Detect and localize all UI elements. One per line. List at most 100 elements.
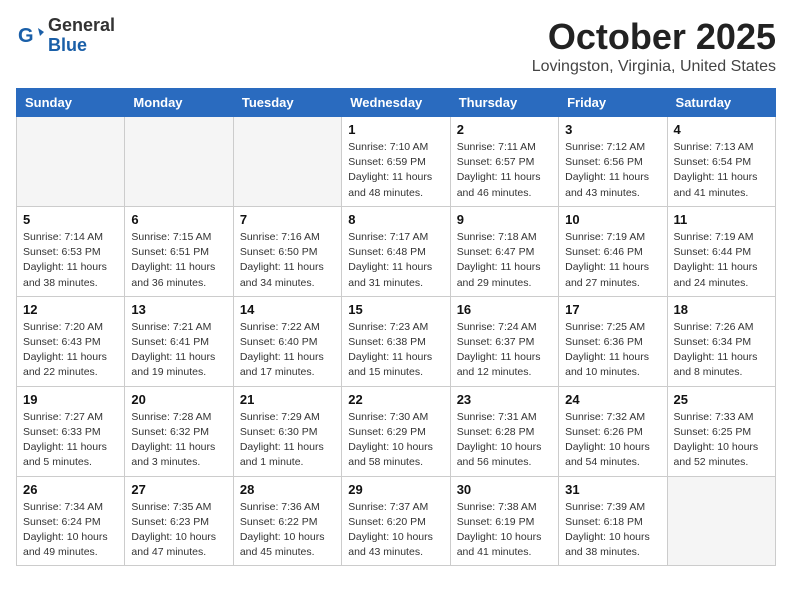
- day-info: Sunrise: 7:23 AM Sunset: 6:38 PM Dayligh…: [348, 320, 443, 381]
- day-info: Sunrise: 7:13 AM Sunset: 6:54 PM Dayligh…: [674, 140, 769, 201]
- day-number: 19: [23, 392, 118, 407]
- calendar-cell: [17, 117, 125, 207]
- day-number: 14: [240, 302, 335, 317]
- calendar-cell: 26Sunrise: 7:34 AM Sunset: 6:24 PM Dayli…: [17, 476, 125, 566]
- day-info: Sunrise: 7:32 AM Sunset: 6:26 PM Dayligh…: [565, 410, 660, 471]
- svg-text:G: G: [18, 25, 34, 47]
- calendar-cell: 5Sunrise: 7:14 AM Sunset: 6:53 PM Daylig…: [17, 206, 125, 296]
- calendar-cell: 19 Sunrise: 7:27 AM Sunset: 6:33 PM Dayli…: [17, 386, 125, 476]
- day-number: 10: [565, 212, 660, 227]
- day-number: 4: [674, 122, 769, 137]
- day-info: Sunrise: 7:39 AM Sunset: 6:18 PM Dayligh…: [565, 500, 660, 561]
- day-number: 16: [457, 302, 552, 317]
- weekday-header-thursday: Thursday: [450, 89, 558, 117]
- day-number: 18: [674, 302, 769, 317]
- month-title: October 2025: [532, 16, 776, 58]
- calendar-cell: 28 Sunrise: 7:36 AM Sunset: 6:22 PM Dayli…: [233, 476, 341, 566]
- day-number: 26: [23, 482, 118, 497]
- day-info: Sunrise: 7:17 AM Sunset: 6:48 PM Dayligh…: [348, 230, 443, 291]
- day-info: Sunrise: 7:19 AM Sunset: 6:44 PM Dayligh…: [674, 230, 769, 291]
- calendar-cell: 2Sunrise: 7:11 AM Sunset: 6:57 PM Daylig…: [450, 117, 558, 207]
- day-info: Sunrise: 7:27 AM Sunset: 6:33 PM Dayligh…: [23, 410, 118, 471]
- calendar-cell: 27 Sunrise: 7:35 AM Sunset: 6:23 PM Dayli…: [125, 476, 233, 566]
- day-number: 11: [674, 212, 769, 227]
- day-info: Sunrise: 7:18 AM Sunset: 6:47 PM Dayligh…: [457, 230, 552, 291]
- day-number: 27: [131, 482, 226, 497]
- logo-blue: Blue: [48, 36, 115, 56]
- week-row-2: 5Sunrise: 7:14 AM Sunset: 6:53 PM Daylig…: [17, 206, 776, 296]
- day-info: Sunrise: 7:38 AM Sunset: 6:19 PM Dayligh…: [457, 500, 552, 561]
- calendar-cell: 8 Sunrise: 7:17 AM Sunset: 6:48 PM Daylig…: [342, 206, 450, 296]
- day-number: 31: [565, 482, 660, 497]
- calendar-cell: 7 Sunrise: 7:16 AM Sunset: 6:50 PM Daylig…: [233, 206, 341, 296]
- calendar-cell: 29 Sunrise: 7:37 AM Sunset: 6:20 PM Dayli…: [342, 476, 450, 566]
- day-info: Sunrise: 7:20 AM Sunset: 6:43 PM Dayligh…: [23, 320, 118, 381]
- weekday-header-row: SundayMondayTuesdayWednesdayThursdayFrid…: [17, 89, 776, 117]
- logo: G General Blue: [16, 16, 115, 56]
- calendar-cell: 14 Sunrise: 7:22 AM Sunset: 6:40 PM Dayli…: [233, 296, 341, 386]
- calendar-cell: 23 Sunrise: 7:31 AM Sunset: 6:28 PM Dayli…: [450, 386, 558, 476]
- day-number: 12: [23, 302, 118, 317]
- day-info: Sunrise: 7:15 AM Sunset: 6:51 PM Dayligh…: [131, 230, 226, 291]
- day-info: Sunrise: 7:10 AM Sunset: 6:59 PM Dayligh…: [348, 140, 443, 201]
- day-number: 15: [348, 302, 443, 317]
- weekday-header-tuesday: Tuesday: [233, 89, 341, 117]
- day-number: 9: [457, 212, 552, 227]
- day-info: Sunrise: 7:33 AM Sunset: 6:25 PM Dayligh…: [674, 410, 769, 471]
- day-number: 1: [348, 122, 443, 137]
- page-header: G General Blue October 2025 Lovingston, …: [16, 16, 776, 76]
- weekday-header-monday: Monday: [125, 89, 233, 117]
- calendar-table: SundayMondayTuesdayWednesdayThursdayFrid…: [16, 88, 776, 566]
- week-row-3: 12 Sunrise: 7:20 AM Sunset: 6:43 PM Dayli…: [17, 296, 776, 386]
- calendar-cell: 12 Sunrise: 7:20 AM Sunset: 6:43 PM Dayli…: [17, 296, 125, 386]
- calendar-cell: 15 Sunrise: 7:23 AM Sunset: 6:38 PM Dayli…: [342, 296, 450, 386]
- day-info: Sunrise: 7:36 AM Sunset: 6:22 PM Dayligh…: [240, 500, 335, 561]
- day-info: Sunrise: 7:37 AM Sunset: 6:20 PM Dayligh…: [348, 500, 443, 561]
- calendar-cell: 31 Sunrise: 7:39 AM Sunset: 6:18 PM Dayli…: [559, 476, 667, 566]
- day-number: 28: [240, 482, 335, 497]
- calendar-cell: [125, 117, 233, 207]
- calendar-cell: 11 Sunrise: 7:19 AM Sunset: 6:44 PM Dayli…: [667, 206, 775, 296]
- day-number: 29: [348, 482, 443, 497]
- day-info: Sunrise: 7:35 AM Sunset: 6:23 PM Dayligh…: [131, 500, 226, 561]
- day-info: Sunrise: 7:16 AM Sunset: 6:50 PM Dayligh…: [240, 230, 335, 291]
- day-number: 13: [131, 302, 226, 317]
- day-number: 7: [240, 212, 335, 227]
- title-block: October 2025 Lovingston, Virginia, Unite…: [532, 16, 776, 76]
- day-info: Sunrise: 7:22 AM Sunset: 6:40 PM Dayligh…: [240, 320, 335, 381]
- weekday-header-saturday: Saturday: [667, 89, 775, 117]
- day-info: Sunrise: 7:14 AM Sunset: 6:53 PM Dayligh…: [23, 230, 118, 291]
- location: Lovingston, Virginia, United States: [532, 58, 776, 76]
- calendar-cell: [233, 117, 341, 207]
- day-number: 2: [457, 122, 552, 137]
- calendar-cell: 1 Sunrise: 7:10 AM Sunset: 6:59 PM Daylig…: [342, 117, 450, 207]
- day-info: Sunrise: 7:12 AM Sunset: 6:56 PM Dayligh…: [565, 140, 660, 201]
- calendar-cell: 20 Sunrise: 7:28 AM Sunset: 6:32 PM Dayli…: [125, 386, 233, 476]
- day-number: 24: [565, 392, 660, 407]
- day-info: Sunrise: 7:31 AM Sunset: 6:28 PM Dayligh…: [457, 410, 552, 471]
- day-number: 25: [674, 392, 769, 407]
- day-number: 3: [565, 122, 660, 137]
- day-number: 8: [348, 212, 443, 227]
- calendar-cell: 18 Sunrise: 7:26 AM Sunset: 6:34 PM Dayli…: [667, 296, 775, 386]
- logo-general: General: [48, 16, 115, 36]
- weekday-header-sunday: Sunday: [17, 89, 125, 117]
- day-info: Sunrise: 7:28 AM Sunset: 6:32 PM Dayligh…: [131, 410, 226, 471]
- day-info: Sunrise: 7:21 AM Sunset: 6:41 PM Dayligh…: [131, 320, 226, 381]
- day-info: Sunrise: 7:29 AM Sunset: 6:30 PM Dayligh…: [240, 410, 335, 471]
- logo-icon: G: [16, 22, 44, 50]
- calendar-cell: 16 Sunrise: 7:24 AM Sunset: 6:37 PM Dayli…: [450, 296, 558, 386]
- day-info: Sunrise: 7:26 AM Sunset: 6:34 PM Dayligh…: [674, 320, 769, 381]
- day-number: 23: [457, 392, 552, 407]
- day-number: 6: [131, 212, 226, 227]
- calendar-cell: 17Sunrise: 7:25 AM Sunset: 6:36 PM Dayli…: [559, 296, 667, 386]
- calendar-cell: 13 Sunrise: 7:21 AM Sunset: 6:41 PM Dayli…: [125, 296, 233, 386]
- day-info: Sunrise: 7:24 AM Sunset: 6:37 PM Dayligh…: [457, 320, 552, 381]
- week-row-5: 26Sunrise: 7:34 AM Sunset: 6:24 PM Dayli…: [17, 476, 776, 566]
- day-number: 20: [131, 392, 226, 407]
- week-row-1: 1 Sunrise: 7:10 AM Sunset: 6:59 PM Daylig…: [17, 117, 776, 207]
- weekday-header-friday: Friday: [559, 89, 667, 117]
- calendar-cell: 3 Sunrise: 7:12 AM Sunset: 6:56 PM Daylig…: [559, 117, 667, 207]
- day-info: Sunrise: 7:30 AM Sunset: 6:29 PM Dayligh…: [348, 410, 443, 471]
- calendar-cell: 22Sunrise: 7:30 AM Sunset: 6:29 PM Dayli…: [342, 386, 450, 476]
